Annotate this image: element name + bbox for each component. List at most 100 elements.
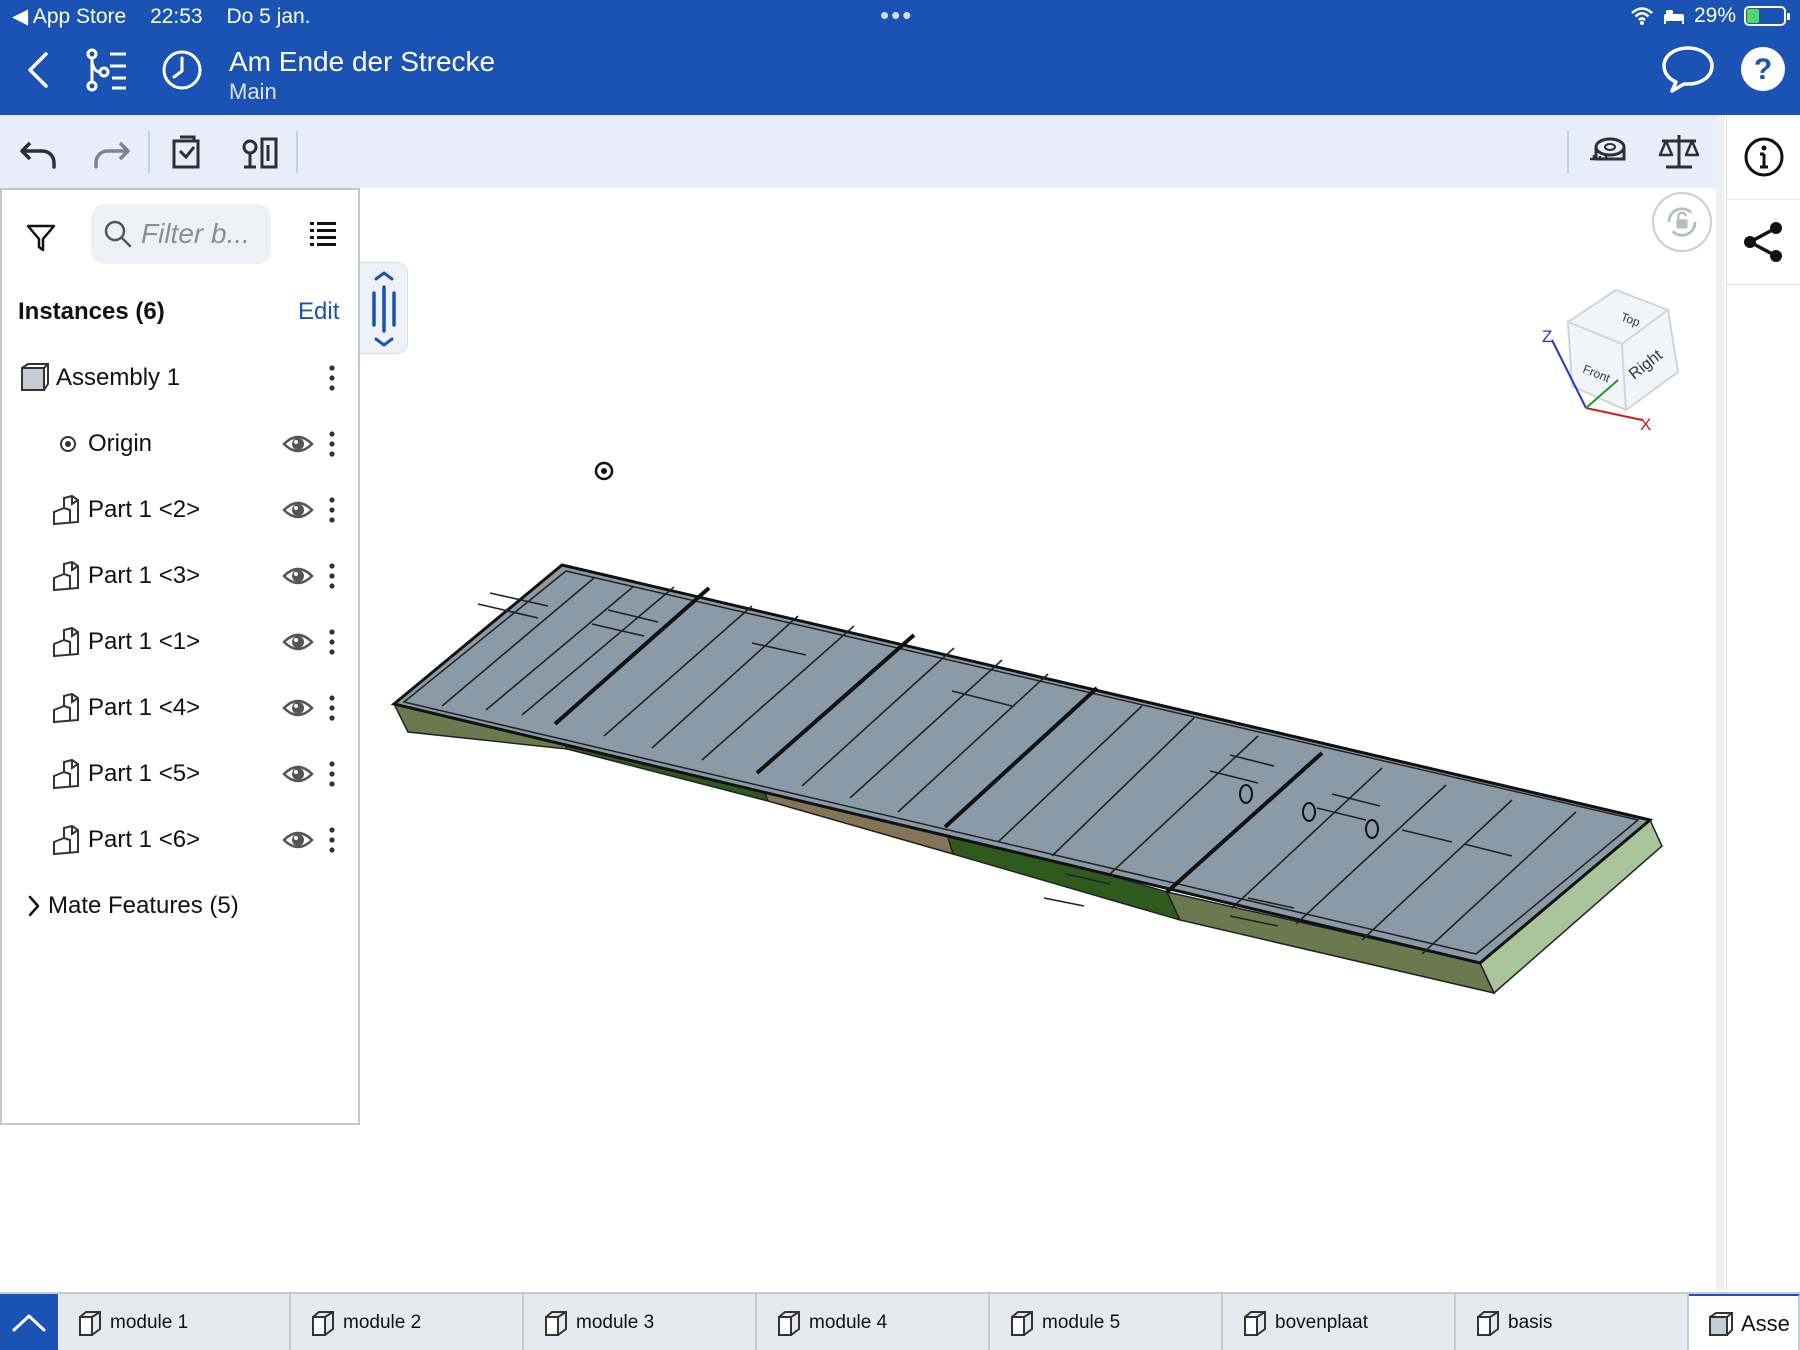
tab-label: module 5 xyxy=(1042,1312,1121,1333)
undo-icon[interactable] xyxy=(16,129,62,175)
more-options-icon[interactable] xyxy=(322,626,342,658)
visibility-eye-icon[interactable] xyxy=(282,762,314,786)
chevron-up-icon xyxy=(12,1314,46,1332)
tree-row-part[interactable]: Part 1 <2> xyxy=(2,482,358,538)
tree-row-part[interactable]: Part 1 <6> xyxy=(2,812,358,868)
part-studio-icon xyxy=(545,1311,567,1336)
measure-tape-icon[interactable] xyxy=(1584,129,1630,175)
back-to-app-store[interactable]: ◀ App Store xyxy=(12,5,126,28)
tab-module-1[interactable]: module 1 xyxy=(58,1294,291,1350)
part-studio-icon xyxy=(1011,1311,1033,1336)
toolbar-separator xyxy=(1567,131,1569,173)
share-button[interactable] xyxy=(1727,200,1800,285)
3d-viewport[interactable] xyxy=(362,188,1714,1288)
history-clock-icon[interactable] xyxy=(158,46,206,94)
viewport-scrollbar[interactable] xyxy=(1716,115,1724,1290)
filter-search-box[interactable] xyxy=(91,204,271,264)
visibility-eye-icon[interactable] xyxy=(282,630,314,654)
tree-row-part[interactable]: Part 1 <1> xyxy=(2,614,358,670)
axis-x-label: X xyxy=(1640,415,1651,430)
insert-part-icon[interactable] xyxy=(164,129,210,175)
workspace-name[interactable]: Main xyxy=(229,79,277,105)
tree-label: Part 1 <2> xyxy=(88,496,201,523)
more-options-icon[interactable] xyxy=(322,758,342,790)
more-options-icon[interactable] xyxy=(322,362,342,394)
chevron-right-icon[interactable] xyxy=(26,894,42,918)
visibility-eye-icon[interactable] xyxy=(282,432,314,456)
view-cube[interactable]: Top Front Right Z X xyxy=(1538,280,1708,430)
part-icon xyxy=(53,758,79,790)
help-icon[interactable]: ? xyxy=(1738,44,1788,94)
tab-label: Asse xyxy=(1741,1311,1790,1336)
battery-percent: 29% xyxy=(1693,4,1736,27)
tab-list-toggle[interactable] xyxy=(0,1294,58,1350)
bridge-top-face[interactable] xyxy=(390,563,1654,965)
filter-funnel-icon[interactable] xyxy=(24,220,58,254)
multitask-dots[interactable]: ••• xyxy=(880,0,913,31)
filter-input[interactable] xyxy=(141,214,266,254)
version-graph-icon[interactable] xyxy=(82,46,130,94)
axis-x-line xyxy=(1585,407,1643,421)
tab-bovenplaat[interactable]: bovenplaat xyxy=(1223,1294,1456,1350)
tab-label: module 3 xyxy=(576,1312,655,1333)
edit-button[interactable]: Edit xyxy=(298,298,339,326)
tree-label: Part 1 <5> xyxy=(88,760,201,787)
part-studio-icon xyxy=(79,1311,101,1336)
tree-row-assembly[interactable]: Assembly 1 xyxy=(2,350,358,406)
tree-row-part[interactable]: Part 1 <3> xyxy=(2,548,358,604)
tree-row-part[interactable]: Part 1 <5> xyxy=(2,746,358,802)
info-button[interactable] xyxy=(1727,115,1800,200)
svg-text:?: ? xyxy=(1754,53,1772,86)
back-chevron-icon[interactable] xyxy=(16,46,64,94)
tab-assembly[interactable]: Asse xyxy=(1689,1294,1800,1350)
app-header: ◀ App Store 22:53 Do 5 jan. ••• 29% Am E… xyxy=(0,0,1800,115)
mate-connector-icon[interactable] xyxy=(236,129,282,175)
tree-label: Part 1 <4> xyxy=(88,694,201,721)
share-icon xyxy=(1744,222,1782,262)
tree-row-part[interactable]: Part 1 <4> xyxy=(2,680,358,736)
visibility-eye-icon[interactable] xyxy=(282,828,314,852)
visibility-eye-icon[interactable] xyxy=(282,498,314,522)
visibility-eye-icon[interactable] xyxy=(282,564,314,588)
document-title[interactable]: Am Ende der Strecke xyxy=(229,46,495,78)
more-options-icon[interactable] xyxy=(322,428,342,460)
right-rail xyxy=(1726,115,1800,1290)
tab-module-4[interactable]: module 4 xyxy=(757,1294,990,1350)
main-toolbar xyxy=(0,115,1718,188)
tab-module-5[interactable]: module 5 xyxy=(990,1294,1223,1350)
part-studio-icon xyxy=(312,1311,334,1336)
tab-module-2[interactable]: module 2 xyxy=(291,1294,524,1350)
tree-row-origin[interactable]: Origin xyxy=(2,416,358,472)
redo-icon[interactable] xyxy=(88,129,134,175)
toolbar-separator xyxy=(296,131,298,173)
axis-z-label: Z xyxy=(1542,327,1552,346)
status-time: 22:53 xyxy=(150,5,203,28)
part-icon xyxy=(53,692,79,724)
more-options-icon[interactable] xyxy=(322,494,342,526)
mass-properties-scale-icon[interactable] xyxy=(1656,129,1702,175)
assembly-icon xyxy=(1709,1312,1733,1336)
tab-label: module 1 xyxy=(110,1312,189,1333)
info-icon xyxy=(1744,137,1784,177)
part-studio-icon xyxy=(1244,1311,1266,1336)
tree-row-mate-features[interactable]: Mate Features (5) xyxy=(2,878,358,934)
more-options-icon[interactable] xyxy=(322,824,342,856)
search-icon xyxy=(104,220,132,248)
origin-marker-icon[interactable] xyxy=(594,461,614,481)
wifi-icon xyxy=(1631,7,1653,25)
visibility-eye-icon[interactable] xyxy=(282,696,314,720)
comments-bubble-icon[interactable] xyxy=(1660,44,1716,94)
instances-heading: Instances (6) xyxy=(18,298,165,325)
tab-label: bovenplaat xyxy=(1275,1312,1368,1333)
panel-collapse-handle[interactable] xyxy=(360,262,408,354)
more-options-icon[interactable] xyxy=(322,560,342,592)
tab-basis[interactable]: basis xyxy=(1456,1294,1689,1350)
list-view-icon[interactable] xyxy=(308,218,338,248)
tree-label: Mate Features (5) xyxy=(48,892,239,919)
onshape-screen: ◀ App Store 22:53 Do 5 jan. ••• 29% Am E… xyxy=(0,0,1800,1350)
tab-module-3[interactable]: module 3 xyxy=(524,1294,757,1350)
more-options-icon[interactable] xyxy=(322,692,342,724)
battery-icon xyxy=(1744,6,1790,26)
tab-label: module 4 xyxy=(809,1312,888,1333)
rotation-lock-icon[interactable] xyxy=(1652,192,1712,252)
